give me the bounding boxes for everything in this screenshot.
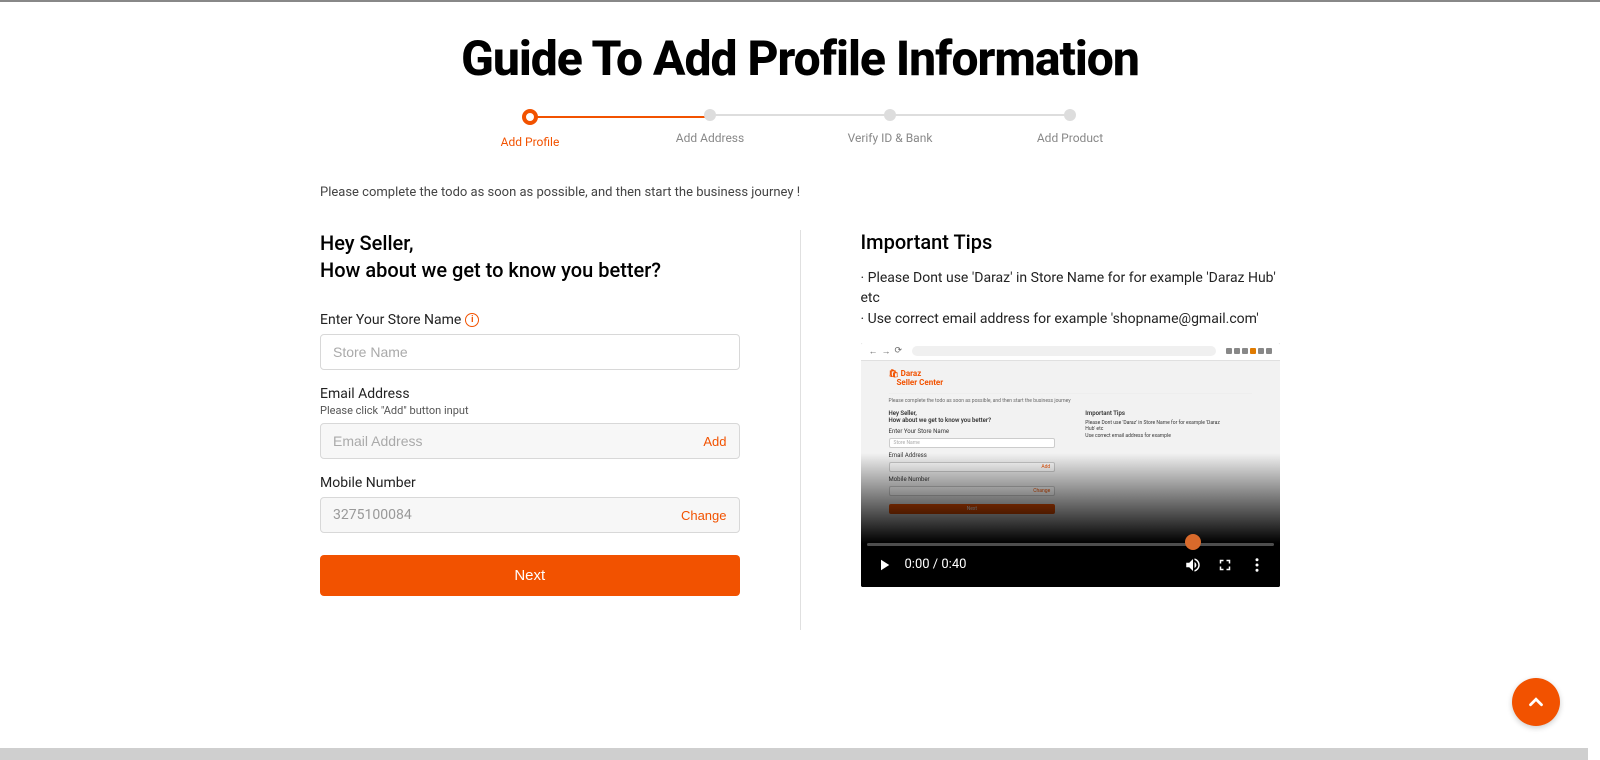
browser-back-icon: ← — [869, 346, 878, 357]
tips-column: Important Tips · Please Dont use 'Daraz'… — [861, 230, 1281, 630]
next-button[interactable]: Next — [320, 555, 740, 596]
video-controls: 0:00 / 0:40 — [861, 543, 1281, 587]
column-divider — [800, 230, 801, 630]
mobile-input-wrapper: 3275100084 Change — [320, 497, 740, 533]
change-mobile-button[interactable]: Change — [681, 508, 727, 523]
volume-slider-knob[interactable] — [1185, 534, 1201, 550]
tips-list: · Please Dont use 'Daraz' in Store Name … — [861, 268, 1281, 329]
mobile-value: 3275100084 — [333, 507, 681, 523]
email-input — [333, 433, 703, 449]
step-dot-icon — [1064, 109, 1076, 121]
step-label: Add Product — [1037, 131, 1103, 145]
video-progress-bar[interactable] — [867, 543, 1275, 546]
email-hint: Please click "Add" button input — [320, 404, 740, 417]
fullscreen-icon[interactable] — [1216, 556, 1234, 574]
step-dot-icon — [884, 109, 896, 121]
browser-forward-icon: → — [882, 346, 891, 357]
horizontal-scrollbar[interactable] — [0, 748, 1588, 760]
step-add-address: Add Address — [620, 109, 800, 145]
tutorial-video[interactable]: ← → ⟳ 🛍 Daraz Seller Center Ple — [861, 343, 1281, 587]
more-icon[interactable] — [1248, 556, 1266, 574]
scroll-to-top-button[interactable] — [1512, 678, 1560, 726]
browser-url-bar — [912, 346, 1216, 356]
store-name-input[interactable] — [333, 344, 727, 360]
email-label: Email Address — [320, 386, 740, 402]
page-title: Guide To Add Profile Information — [320, 30, 1280, 87]
step-label: Add Profile — [501, 135, 560, 149]
browser-reload-icon: ⟳ — [895, 346, 903, 356]
video-preview-frame: ← → ⟳ 🛍 Daraz Seller Center Ple — [861, 343, 1281, 543]
email-input-wrapper: Add — [320, 423, 740, 459]
video-time: 0:00 / 0:40 — [905, 557, 967, 572]
step-connector — [890, 114, 1070, 116]
instruction-text: Please complete the todo as soon as poss… — [320, 185, 1280, 200]
add-email-button[interactable]: Add — [703, 434, 726, 449]
tips-title: Important Tips — [861, 230, 1281, 254]
profile-form-column: Hey Seller, How about we get to know you… — [320, 230, 740, 630]
step-label: Verify ID & Bank — [848, 131, 933, 145]
progress-stepper: Add Profile Add Address Verify ID & Bank… — [320, 109, 1280, 149]
step-dot-icon — [704, 109, 716, 121]
tip-item: · Please Dont use 'Daraz' in Store Name … — [861, 268, 1281, 309]
play-icon[interactable] — [875, 556, 893, 574]
step-dot-icon — [522, 109, 538, 125]
browser-extension-icons — [1226, 348, 1272, 354]
greeting-heading: Hey Seller, How about we get to know you… — [320, 230, 740, 284]
chevron-up-icon — [1525, 691, 1547, 713]
greeting-line1: Hey Seller, — [320, 231, 413, 255]
step-add-profile: Add Profile — [440, 109, 620, 149]
step-label: Add Address — [676, 131, 744, 145]
step-connector — [530, 116, 710, 118]
greeting-line2: How about we get to know you better? — [320, 258, 661, 282]
step-connector — [710, 114, 890, 116]
tip-item: · Use correct email address for example … — [861, 309, 1281, 329]
info-icon[interactable]: i — [465, 313, 479, 327]
mini-logo: 🛍 Daraz Seller Center — [889, 369, 1253, 387]
mobile-label: Mobile Number — [320, 475, 740, 491]
store-name-label: Enter Your Store Name i — [320, 312, 740, 328]
store-name-input-wrapper — [320, 334, 740, 370]
volume-icon[interactable] — [1184, 556, 1202, 574]
